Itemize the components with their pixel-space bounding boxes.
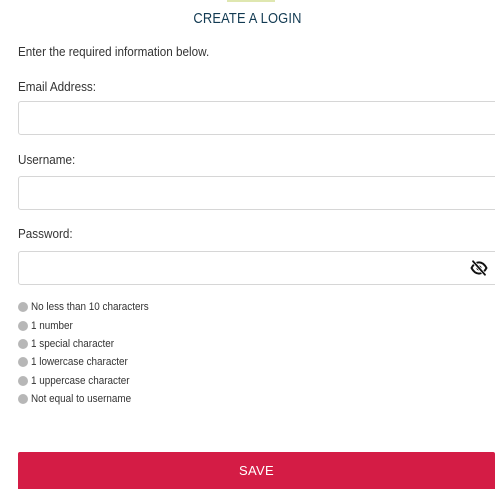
requirement-status-dot-icon [18, 302, 28, 313]
requirement-status-dot-icon [18, 375, 28, 386]
page-title: CREATE A LOGIN [193, 10, 302, 27]
username-label: Username: [18, 152, 76, 167]
email-field[interactable] [18, 101, 495, 135]
requirement-label: 1 special character [31, 337, 115, 350]
requirement-item: 1 number [18, 316, 162, 334]
requirement-label: 1 number [31, 319, 73, 332]
email-label: Email Address: [18, 79, 97, 94]
top-accent-bar [227, 0, 275, 2]
requirement-item: Not equal to username [18, 390, 162, 408]
requirement-status-dot-icon [18, 338, 28, 349]
requirement-label: 1 uppercase character [31, 374, 130, 387]
requirement-item: 1 uppercase character [18, 372, 162, 390]
requirement-status-dot-icon [18, 394, 28, 405]
requirement-status-dot-icon [18, 320, 28, 331]
requirement-status-dot-icon [18, 357, 28, 368]
requirement-label: No less than 10 characters [31, 301, 149, 314]
password-requirements-list: No less than 10 characters 1 number 1 sp… [18, 298, 162, 408]
requirement-item: No less than 10 characters [18, 298, 162, 316]
username-field[interactable] [18, 176, 495, 210]
requirement-item: 1 special character [18, 335, 162, 353]
requirement-label: 1 lowercase character [31, 356, 128, 369]
requirement-label: Not equal to username [31, 393, 132, 406]
eye-slash-icon[interactable] [470, 259, 488, 277]
save-button[interactable]: SAVE [18, 452, 495, 489]
form-instructions: Enter the required information below. [18, 44, 210, 59]
requirement-item: 1 lowercase character [18, 353, 162, 371]
password-label: Password: [18, 226, 73, 241]
password-field[interactable] [18, 251, 495, 285]
